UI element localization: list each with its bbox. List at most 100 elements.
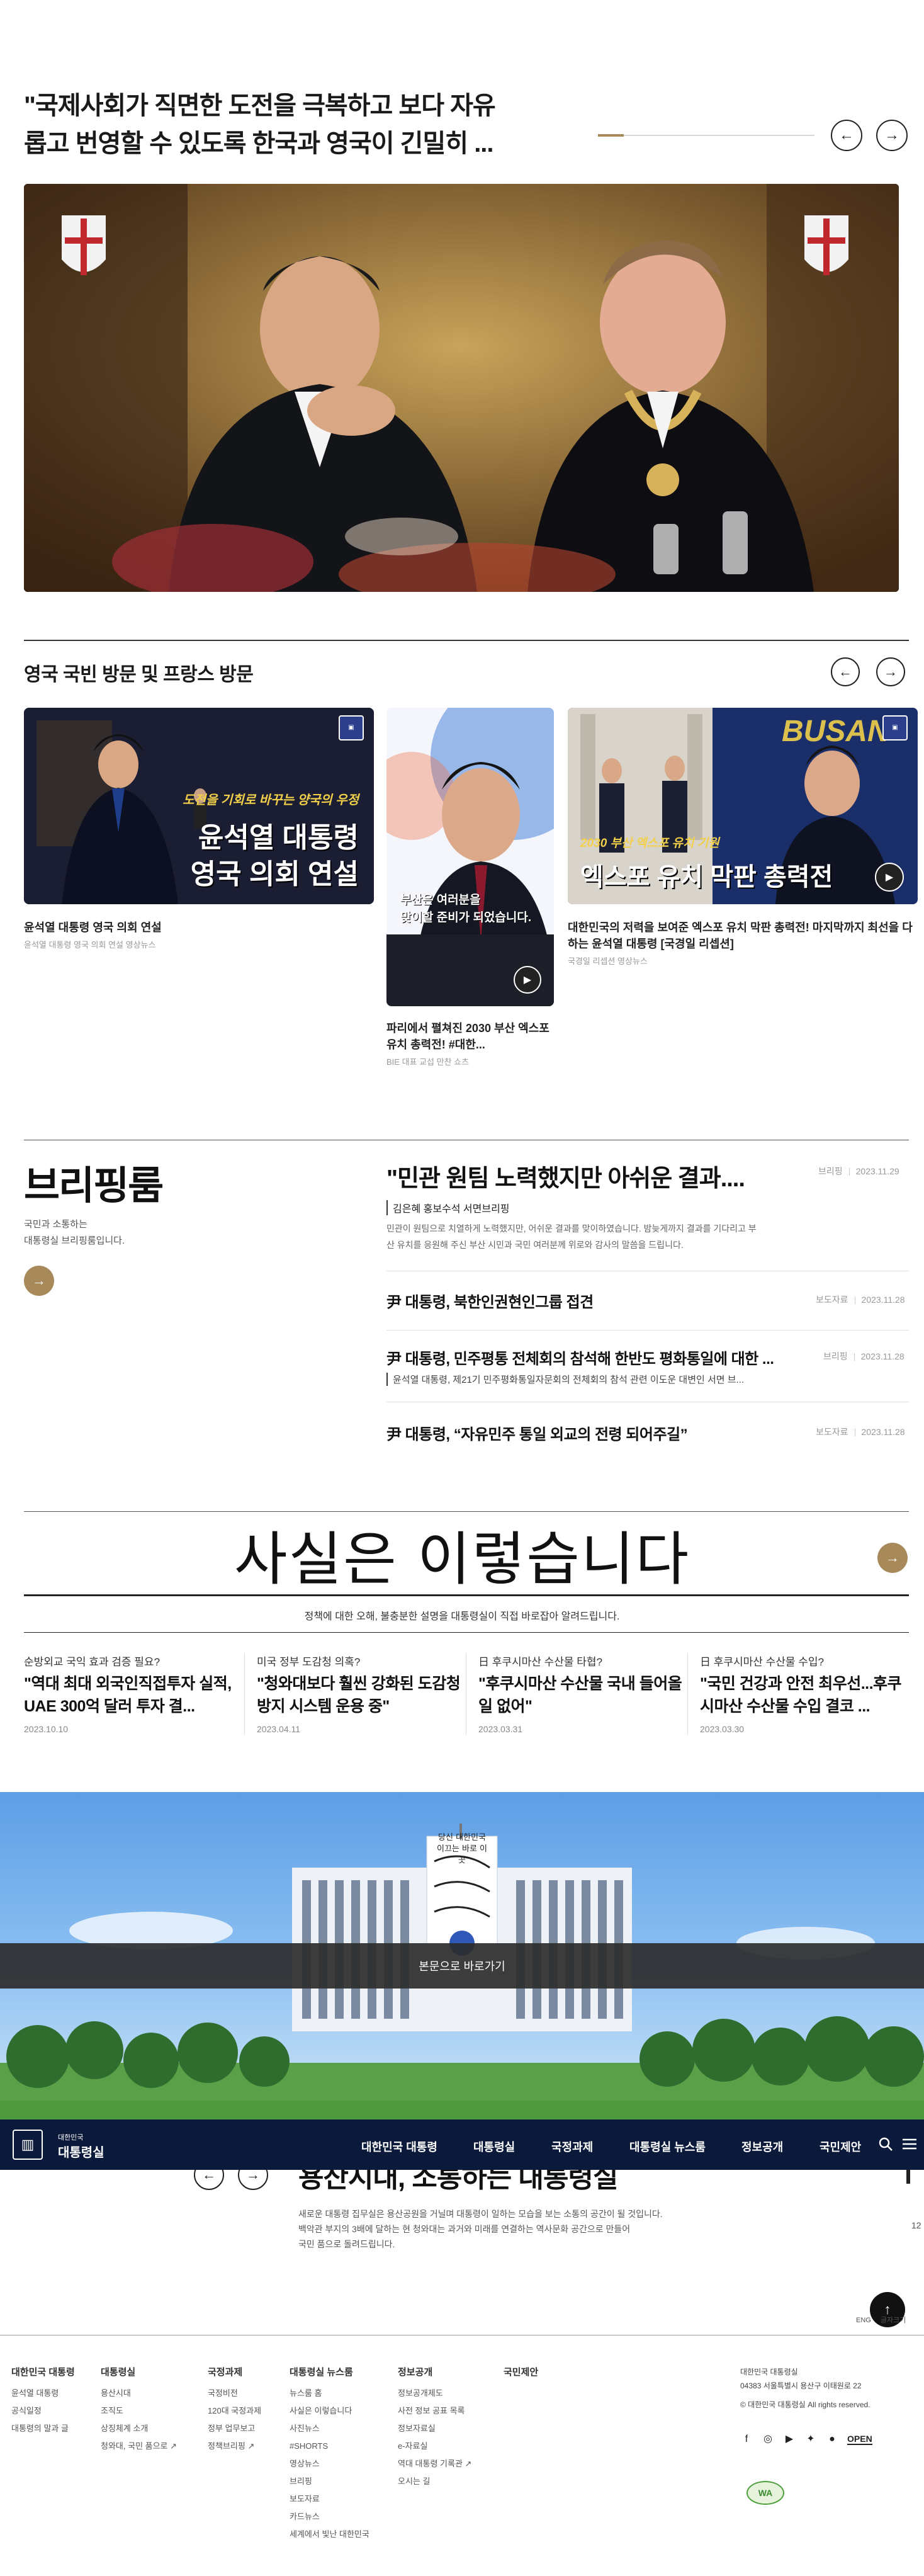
search-icon[interactable]: [877, 2136, 894, 2152]
facebook-icon[interactable]: f: [740, 2433, 753, 2446]
footer-link[interactable]: 120대 국정과제: [208, 2402, 261, 2420]
footer-link[interactable]: 공식일정: [11, 2402, 75, 2420]
footer-link[interactable]: 국정비전: [208, 2385, 261, 2402]
video-title[interactable]: 윤석열 대통령 영국 의회 연설: [24, 919, 374, 936]
thumbnail-caption-line2: 맞이할 준비가 되었습니다.: [400, 911, 532, 924]
hero-next-button[interactable]: →: [876, 120, 908, 151]
lang-eng-link[interactable]: ENG: [856, 2317, 871, 2324]
footer-link[interactable]: 윤석열 대통령: [11, 2385, 75, 2402]
nav-item-president[interactable]: 대한민국 대통령: [361, 2138, 437, 2155]
font-size-link[interactable]: 글자크기: [881, 2317, 906, 2324]
footer-link[interactable]: 카드뉴스: [290, 2508, 369, 2526]
yongsan-next-button[interactable]: →: [238, 2170, 268, 2190]
footer-column: 국민제안: [504, 2365, 538, 2378]
footer-column-heading[interactable]: 대통령실 뉴스룸: [290, 2365, 369, 2378]
nav-item-proposal[interactable]: 국민제안: [820, 2138, 861, 2155]
footer-link[interactable]: 조직도: [101, 2402, 177, 2420]
section-divider: [24, 1511, 909, 1512]
youtube-icon[interactable]: ▶: [783, 2433, 796, 2446]
factcheck-card[interactable]: 미국 정부 도감청 의혹? "청와대보다 훨씬 강화된 도감청 방지 시스템 운…: [257, 1653, 465, 1734]
briefing-more-button[interactable]: →: [24, 1266, 54, 1296]
footer-link[interactable]: 오시는 길: [398, 2473, 471, 2490]
date-label: 2023.11.29: [855, 1166, 899, 1176]
presidential-office-logo-icon[interactable]: ▥: [13, 2130, 43, 2160]
instagram-icon[interactable]: ◎: [762, 2433, 774, 2446]
hero-quote[interactable]: "국제사회가 직면한 도전을 극복하고 보다 자유 롭고 번영할 수 있도록 한…: [24, 87, 553, 162]
footer-link[interactable]: 용산시대: [101, 2385, 177, 2402]
thumbnail-caption-top: BUSAN: [782, 715, 889, 748]
briefing-desc-line2: 대통령실 브리핑룸입니다.: [24, 1235, 125, 1246]
briefing-lead-title[interactable]: "민관 원팀 노력했지만 아쉬운 결과....: [386, 1159, 852, 1193]
factcheck-card[interactable]: 日 후쿠시마산 수산물 타협? "후쿠시마산 수산물 국내 들어올 일 없어" …: [478, 1653, 686, 1734]
footer-link[interactable]: e-자료실: [398, 2437, 471, 2455]
footer-link[interactable]: 브리핑: [290, 2473, 369, 2490]
yongsan-desc-line2: 백악관 부지의 3배에 달하는 현 청와대는 과거와 미래를 연결하는 역사문화…: [298, 2224, 631, 2234]
play-icon[interactable]: ▶: [514, 966, 541, 994]
footer-link[interactable]: #SHORTS: [290, 2437, 369, 2455]
footer-link[interactable]: 세계에서 빛난 대한민국: [290, 2526, 369, 2543]
building-banner-text: 당신 대한민국 이끄는 바로 이곳: [436, 1833, 488, 1865]
briefing-item-title[interactable]: 尹 대통령, 북한인권현인그룹 접견: [386, 1290, 594, 1312]
video-next-button[interactable]: →: [876, 657, 905, 686]
footer-column-heading[interactable]: 대한민국 대통령: [11, 2365, 75, 2378]
open-license-badge[interactable]: OPEN: [847, 2434, 872, 2445]
arrow-right-icon: →: [884, 127, 899, 144]
kakao-icon[interactable]: ●: [826, 2433, 838, 2446]
skip-to-content-link[interactable]: 본문으로 바로가기: [0, 1943, 924, 1989]
yongsan-desc-line1: 새로운 대통령 집무실은 용산공원을 거닐며 대통령이 일하는 모습을 보는 소…: [298, 2209, 663, 2219]
slide-progress-fill: [598, 134, 624, 137]
video-card[interactable]: ▣ 도전을 기회로 바꾸는 양국의 우정 윤석열 대통령 영국 의회 연설 윤석…: [24, 708, 374, 950]
hero-photo[interactable]: [24, 184, 899, 592]
factcheck-card[interactable]: 순방외교 국익 효과 검증 필요? "역대 최대 외국인직접투자 실적, UAE…: [24, 1653, 232, 1734]
footer-column-heading[interactable]: 대통령실: [101, 2365, 177, 2378]
hero-quote-line2: 롭고 번영할 수 있도록 한국과 영국이 긴밀히 ...: [24, 130, 494, 157]
footer-link[interactable]: 사실은 이렇습니다: [290, 2402, 369, 2420]
video-subtitle: 국경일 리셉션 영상뉴스: [568, 956, 648, 966]
factcheck-date: 2023.03.30: [700, 1724, 745, 1734]
twitter-icon[interactable]: ✦: [804, 2433, 817, 2446]
card-divider: [244, 1653, 245, 1735]
footer-link[interactable]: 보도자료: [290, 2490, 369, 2508]
briefing-item-title[interactable]: 尹 대통령, “자유민주 통일 외교의 전령 되어주길”: [386, 1422, 688, 1444]
footer-link[interactable]: 정보공개제도: [398, 2385, 471, 2402]
footer-column-heading[interactable]: 정보공개: [398, 2365, 471, 2378]
footer-link[interactable]: 정부 업무보고: [208, 2420, 261, 2437]
web-accessibility-badge[interactable]: WA: [747, 2481, 784, 2505]
main-navigation: ▥ 대한민국 대통령실 대한민국 대통령 대통령실 국정과제 대통령실 뉴스룸 …: [0, 2119, 924, 2170]
play-icon[interactable]: ▶: [875, 863, 904, 892]
footer-link[interactable]: 사전 정보 공표 목록: [398, 2402, 471, 2420]
footer-link[interactable]: 사진뉴스: [290, 2420, 369, 2437]
footer-link[interactable]: 정보자료실: [398, 2420, 471, 2437]
video-title[interactable]: 파리에서 펼쳐진 2030 부산 엑스포 유치 총력전! #대한...: [386, 1020, 554, 1053]
briefing-item-title[interactable]: 尹 대통령, 민주평통 전체회의 참석해 한반도 평화통일에 대한 ...: [386, 1346, 802, 1368]
hero-prev-button[interactable]: ←: [831, 120, 862, 151]
nav-item-disclosure[interactable]: 정보공개: [741, 2138, 783, 2155]
factcheck-divider: [24, 1632, 909, 1633]
nav-item-agenda[interactable]: 국정과제: [551, 2138, 593, 2155]
footer-link[interactable]: 역대 대통령 기록관 ↗: [398, 2455, 471, 2473]
footer-column-heading[interactable]: 국민제안: [504, 2365, 538, 2378]
logo-text[interactable]: 대통령실: [58, 2142, 104, 2160]
factcheck-question: 미국 정부 도감청 의혹?: [257, 1656, 361, 1668]
video-prev-button[interactable]: ←: [831, 657, 860, 686]
video-card[interactable]: 부산은 여러분을 맞이할 준비가 되었습니다. ▶ 파리에서 펼쳐진 2030 …: [386, 708, 554, 1067]
footer-link[interactable]: 영상뉴스: [290, 2455, 369, 2473]
footer-link[interactable]: 정책브리핑 ↗: [208, 2437, 261, 2455]
factcheck-question: 순방외교 국익 효과 검증 필요?: [24, 1656, 161, 1668]
yongsan-prev-button[interactable]: ←: [194, 2170, 224, 2190]
nav-item-office[interactable]: 대통령실: [473, 2138, 515, 2155]
skip-link-label: 본문으로 바로가기: [419, 1960, 505, 1973]
factcheck-card[interactable]: 日 후쿠시마산 수산물 수입? "국민 건강과 안전 최우선...후쿠시마산 수…: [700, 1653, 908, 1734]
footer-link[interactable]: 대통령의 말과 글: [11, 2420, 75, 2437]
factcheck-more-button[interactable]: →: [877, 1543, 908, 1573]
menu-icon[interactable]: [901, 2137, 918, 2151]
footer-link[interactable]: 상징체계 소개: [101, 2420, 177, 2437]
video-title[interactable]: 대한민국의 저력을 보여준 엑스포 유치 막판 총력전! 마지막까지 최선을 다…: [568, 919, 918, 952]
factcheck-answer: "청와대보다 훨씬 강화된 도감청 방지 시스템 운용 중": [257, 1675, 461, 1715]
footer-column-heading[interactable]: 국정과제: [208, 2365, 261, 2378]
footer-link[interactable]: 뉴스룸 홈: [290, 2385, 369, 2402]
footer-link[interactable]: 청와대, 국민 품으로 ↗: [101, 2437, 177, 2455]
nav-item-newsroom[interactable]: 대통령실 뉴스룸: [629, 2138, 706, 2155]
date-label: 2023.11.28: [861, 1295, 905, 1305]
video-card[interactable]: BUSAN ▣ 2030 부산 엑스포 유치 기원 엑스포 유치 막판 총력전 …: [568, 708, 918, 967]
